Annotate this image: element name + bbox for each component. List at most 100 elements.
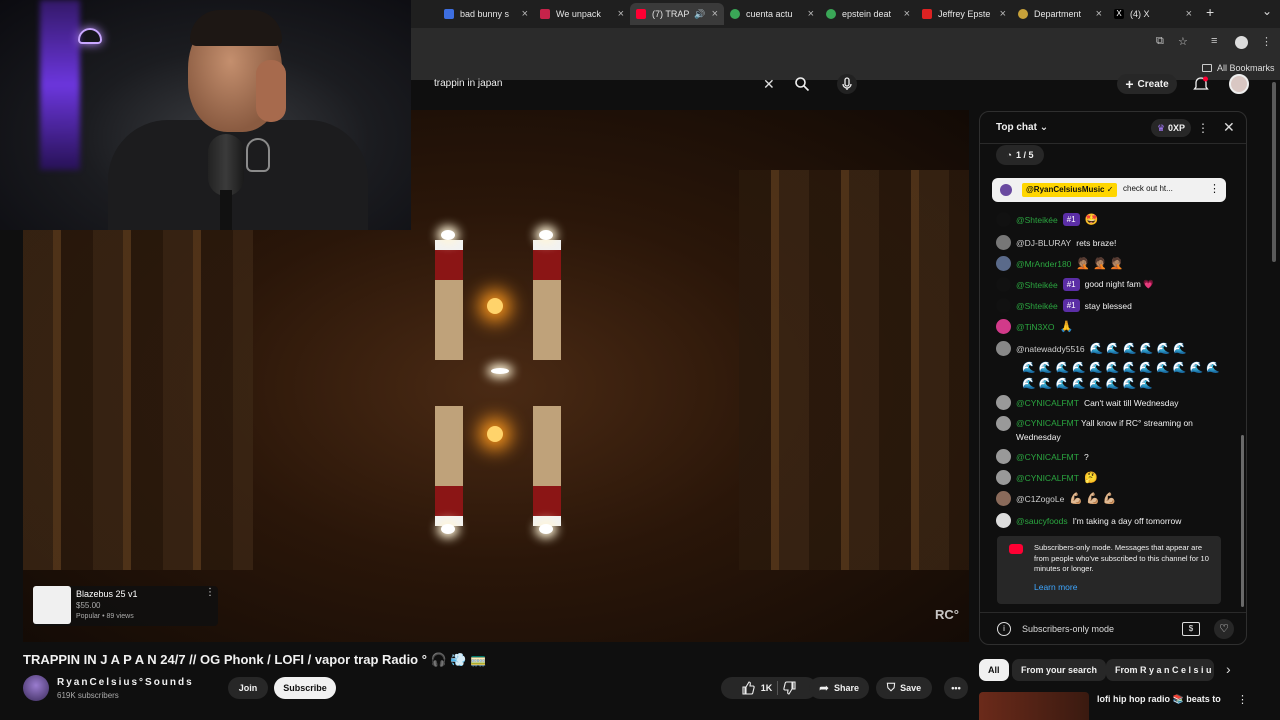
more-actions-button[interactable]: ••• (944, 677, 968, 699)
chat-author[interactable]: @CYNICALFMT (1016, 452, 1079, 462)
account-avatar[interactable] (1229, 74, 1249, 94)
chat-message[interactable]: @CYNICALFMT 🤔 (996, 470, 1226, 485)
tab-close-icon[interactable]: × (712, 8, 718, 20)
super-chat-icon[interactable]: $ (1182, 622, 1200, 636)
close-icon[interactable]: ✕ (1223, 119, 1235, 136)
chat-message[interactable]: @natewaddy5516 🌊 🌊 🌊 🌊 🌊 🌊 (996, 341, 1226, 356)
chat-author[interactable]: @natewaddy5516 (1016, 344, 1085, 354)
chat-message[interactable]: @Shteikée #1 good night fam 💗 (996, 277, 1226, 292)
browser-menu-icon[interactable]: ⋮ (1261, 35, 1272, 48)
chat-author[interactable]: @TiN3XO (1016, 322, 1055, 332)
chat-text: stay blessed (1084, 300, 1132, 311)
tab-close-icon[interactable]: × (1096, 8, 1102, 20)
browser-tab[interactable]: X (4) X × (1108, 3, 1198, 25)
chat-message[interactable]: @CYNICALFMT ? (996, 449, 1226, 464)
more-vert-icon[interactable]: ⋮ (1237, 693, 1248, 706)
browser-tab[interactable]: Jeffrey Epste × (916, 3, 1012, 25)
more-vert-icon[interactable]: ⋮ (1197, 121, 1209, 135)
more-vert-icon[interactable]: ⋮ (205, 587, 215, 598)
chat-message[interactable]: @DJ-BLURAY rets braze! (996, 235, 1226, 250)
browser-tab[interactable]: We unpack × (534, 3, 630, 25)
profile-avatar-icon[interactable] (1235, 36, 1248, 49)
window-menu-icon[interactable]: ⌄ (1262, 4, 1272, 18)
tab-close-icon[interactable]: × (522, 8, 528, 20)
install-app-icon[interactable]: ⧉ (1156, 35, 1164, 48)
chat-author[interactable]: @C1ZogoLe (1016, 494, 1064, 504)
tab-close-icon[interactable]: × (1186, 8, 1192, 20)
filter-chip-from-search[interactable]: From your search (1012, 659, 1107, 681)
info-icon[interactable]: i (997, 622, 1011, 636)
chat-message[interactable]: @Shteikée #1 🤩 (996, 212, 1226, 227)
like-button[interactable]: 1K (741, 681, 772, 695)
chat-text: Can't wait till Wednesday (1083, 397, 1179, 408)
tab-close-icon[interactable]: × (618, 8, 624, 20)
heart-icon[interactable]: ♡ (1214, 619, 1234, 639)
chevron-right-icon[interactable]: › (1226, 661, 1231, 677)
media-controls-icon[interactable]: ≡ (1211, 35, 1217, 47)
channel-watermark[interactable]: RC° (935, 607, 959, 622)
chat-mode-dropdown[interactable]: Top chat ⌄ (996, 122, 1048, 133)
chat-author[interactable]: @MrAnder180 (1016, 259, 1071, 269)
recommendation-thumbnail[interactable] (979, 692, 1089, 720)
join-button[interactable]: Join (228, 677, 268, 699)
thumbs-down-icon[interactable] (783, 681, 797, 695)
all-bookmarks-button[interactable]: All Bookmarks (1202, 63, 1275, 73)
chat-message[interactable]: @CYNICALFMT Can't wait till Wednesday (996, 395, 1226, 410)
chat-message[interactable]: @MrAnder180 🤦🏽 🤦🏽 🤦🏽 (996, 256, 1226, 271)
chat-scrollbar[interactable] (1241, 435, 1244, 607)
chat-author[interactable]: @Shteikée (1016, 280, 1058, 290)
chat-message[interactable]: @saucyfoods I'm taking a day off tomorro… (996, 513, 1226, 528)
subscribe-button[interactable]: Subscribe (274, 677, 336, 699)
recommendation-title[interactable]: lofi hip hop radio 📚 beats to (1097, 694, 1221, 705)
product-title: Blazebus 25 v1 (76, 589, 138, 599)
plus-icon: + (1125, 76, 1134, 92)
more-vert-icon[interactable]: ⋮ (1209, 182, 1220, 195)
audio-playing-icon[interactable]: 🔊 (694, 9, 705, 20)
tab-close-icon[interactable]: × (808, 8, 814, 20)
browser-tab-active[interactable]: (7) TRAP 🔊 × (630, 3, 724, 25)
browser-tab[interactable]: bad bunny s × (438, 3, 534, 25)
chat-author[interactable]: @CYNICALFMT (1016, 398, 1079, 408)
video-lantern (533, 406, 561, 526)
chat-author[interactable]: @CYNICALFMT (1016, 418, 1079, 428)
poll-progress-chip[interactable]: ◔ 1 / 5 (996, 145, 1044, 165)
share-button[interactable]: ➦ Share (809, 677, 869, 699)
browser-tab[interactable]: Department × (1012, 3, 1108, 25)
chat-message[interactable]: @Shteikée #1 stay blessed (996, 298, 1226, 313)
notifications-bell-icon[interactable] (1192, 76, 1210, 92)
xp-badge[interactable]: ♛ 0XP (1151, 119, 1191, 137)
chat-author[interactable]: @DJ-BLURAY (1016, 238, 1071, 248)
video-frame-decoration (23, 170, 253, 570)
product-thumbnail (33, 586, 71, 624)
bookmark-star-icon[interactable]: ☆ (1178, 35, 1188, 48)
channel-avatar[interactable] (23, 675, 49, 701)
search-icon[interactable] (794, 76, 810, 92)
filter-chip-all[interactable]: All (979, 659, 1009, 681)
video-lamp (487, 426, 503, 442)
search-input[interactable]: trappin in japan (425, 74, 815, 96)
chat-author[interactable]: @CYNICALFMT (1016, 473, 1079, 483)
learn-more-link[interactable]: Learn more (1034, 582, 1077, 592)
save-button[interactable]: ⛉ Save (876, 677, 932, 699)
chat-message[interactable]: @C1ZogoLe 💪🏼 💪🏼 💪🏼 (996, 491, 1226, 506)
subscriber-count: 619K subscribers (57, 691, 119, 700)
product-shelf-card[interactable]: Blazebus 25 v1 $55.00 Popular • 89 views… (33, 586, 218, 626)
new-tab-icon[interactable]: + (1206, 4, 1214, 20)
chat-author[interactable]: @saucyfoods (1016, 516, 1068, 526)
voice-search-button[interactable] (837, 74, 857, 94)
filter-chip-from-channel[interactable]: From R y a n C e l s i u (1106, 659, 1214, 681)
channel-name[interactable]: RyanCelsius°Sounds (57, 677, 194, 688)
create-button[interactable]: + Create (1117, 74, 1177, 94)
tab-close-icon[interactable]: × (904, 8, 910, 20)
browser-tab[interactable]: cuenta actu × (724, 3, 820, 25)
clear-search-icon[interactable]: ✕ (763, 76, 775, 93)
pinned-message[interactable]: @RyanCelsiusMusic ✓ check out ht... ⋮ (992, 178, 1226, 202)
page-scrollbar[interactable] (1272, 82, 1276, 262)
video-light (441, 230, 455, 240)
chat-author[interactable]: @Shteikée (1016, 215, 1058, 225)
tab-close-icon[interactable]: × (1000, 8, 1006, 20)
chat-message[interactable]: @TiN3XO 🙏 (996, 319, 1226, 334)
browser-tab[interactable]: epstein deat × (820, 3, 916, 25)
chat-message[interactable]: @CYNICALFMT Yall know if RC° streaming o… (996, 416, 1226, 444)
chat-author[interactable]: @Shteikée (1016, 301, 1058, 311)
